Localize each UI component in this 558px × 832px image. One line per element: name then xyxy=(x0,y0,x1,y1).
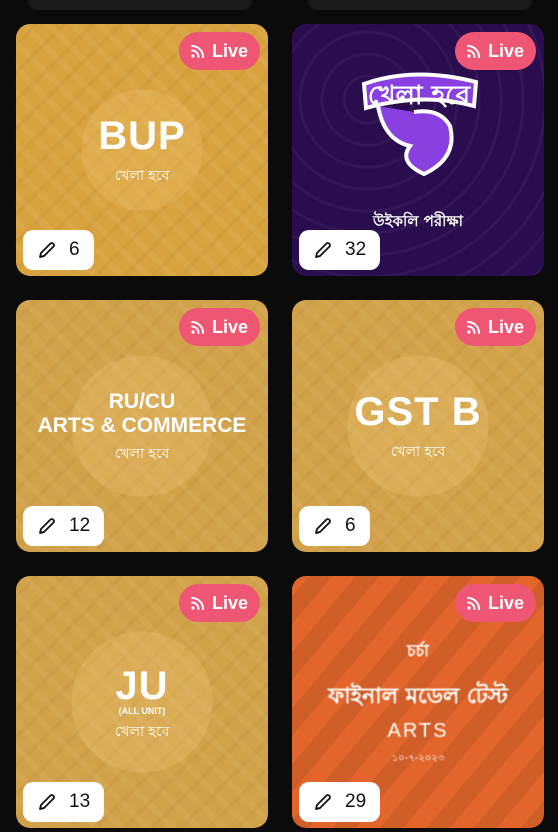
card-title: ফাইনাল মডেল টেস্ট xyxy=(328,684,508,709)
rss-feed-icon xyxy=(190,321,204,334)
count-value: 13 xyxy=(69,791,91,812)
count-value: 29 xyxy=(345,791,367,812)
live-label: Live xyxy=(211,316,248,337)
rss-feed-icon xyxy=(466,321,480,334)
card-edge-right xyxy=(308,0,532,10)
count-badge: 32 xyxy=(299,230,381,270)
card-content: GST B খেলা হবে xyxy=(292,390,544,464)
card-title-note: (ALL UNIT) xyxy=(118,706,166,716)
card-content: JU (ALL UNIT) খেলা হবে xyxy=(16,664,268,744)
live-label: Live xyxy=(487,40,524,61)
card-title: BUP xyxy=(98,114,186,158)
card-content: BUP খেলা হবে xyxy=(16,114,268,188)
exam-card-final-model-test[interactable]: Live চর্চা ফাইনাল মডেল টেস্ট ARTS ১০-৭-২… xyxy=(292,576,544,828)
previous-row-cards-edge xyxy=(28,0,532,10)
live-badge: Live xyxy=(454,584,536,622)
live-badge: Live xyxy=(454,308,536,346)
count-value: 32 xyxy=(345,239,367,260)
exam-card-weekly[interactable]: Live খেলা হবে উইকলি পরীক্ষা 32 xyxy=(292,24,544,276)
card-title: GST B xyxy=(354,390,482,434)
card-edge-left xyxy=(28,0,252,10)
card-subtitle: ARTS xyxy=(387,720,449,742)
exam-card-gst-b[interactable]: Live GST B খেলা হবে 6 xyxy=(292,300,544,552)
live-label: Live xyxy=(211,592,248,613)
card-title-line2: ARTS & COMMERCE xyxy=(37,414,247,437)
card-title-line1: RU/CU xyxy=(108,390,176,413)
card-title: JU xyxy=(115,664,169,708)
count-badge: 29 xyxy=(299,782,381,822)
count-badge: 13 xyxy=(23,782,105,822)
khela-hobe-logo: খেলা হবে xyxy=(361,72,479,177)
exam-card-rucu[interactable]: Live RU/CU ARTS & COMMERCE খেলা হবে 12 xyxy=(16,300,268,552)
count-badge: 6 xyxy=(23,230,94,270)
live-badge: Live xyxy=(178,32,260,70)
rss-feed-icon xyxy=(190,597,204,610)
count-value: 6 xyxy=(345,515,356,536)
pencil-icon xyxy=(39,794,55,810)
card-content: চর্চা ফাইনাল মডেল টেস্ট ARTS ১০-৭-২০২৩ xyxy=(292,638,544,768)
count-badge: 6 xyxy=(299,506,370,546)
live-badge: Live xyxy=(178,308,260,346)
card-date: ১০-৭-২০২৩ xyxy=(391,753,445,764)
card-brand: চর্চা xyxy=(407,641,429,660)
exam-card-grid: Live BUP খেলা হবে 6 Live খেলা হবে উইকলি … xyxy=(16,24,544,828)
pencil-icon xyxy=(315,794,331,810)
exam-card-ju[interactable]: Live JU (ALL UNIT) খেলা হবে 13 xyxy=(16,576,268,828)
logo-text: খেলা হবে xyxy=(368,81,472,111)
rss-feed-icon xyxy=(466,597,480,610)
live-label: Live xyxy=(211,40,248,61)
live-badge: Live xyxy=(178,584,260,622)
count-value: 12 xyxy=(69,515,91,536)
rss-feed-icon xyxy=(466,45,480,58)
count-badge: 12 xyxy=(23,506,105,546)
exam-card-bup[interactable]: Live BUP খেলা হবে 6 xyxy=(16,24,268,276)
live-label: Live xyxy=(487,592,524,613)
card-subtitle: খেলা হবে xyxy=(114,446,170,462)
pencil-icon xyxy=(39,242,55,258)
pencil-icon xyxy=(315,518,331,534)
pencil-icon xyxy=(315,242,331,258)
card-subtitle: খেলা হবে xyxy=(114,168,170,184)
card-subtitle: খেলা হবে xyxy=(114,724,170,740)
pencil-icon xyxy=(39,518,55,534)
card-subtitle: খেলা হবে xyxy=(390,444,446,460)
live-label: Live xyxy=(487,316,524,337)
card-content: RU/CU ARTS & COMMERCE খেলা হবে xyxy=(16,390,268,466)
rss-feed-icon xyxy=(190,45,204,58)
count-value: 6 xyxy=(69,239,80,260)
